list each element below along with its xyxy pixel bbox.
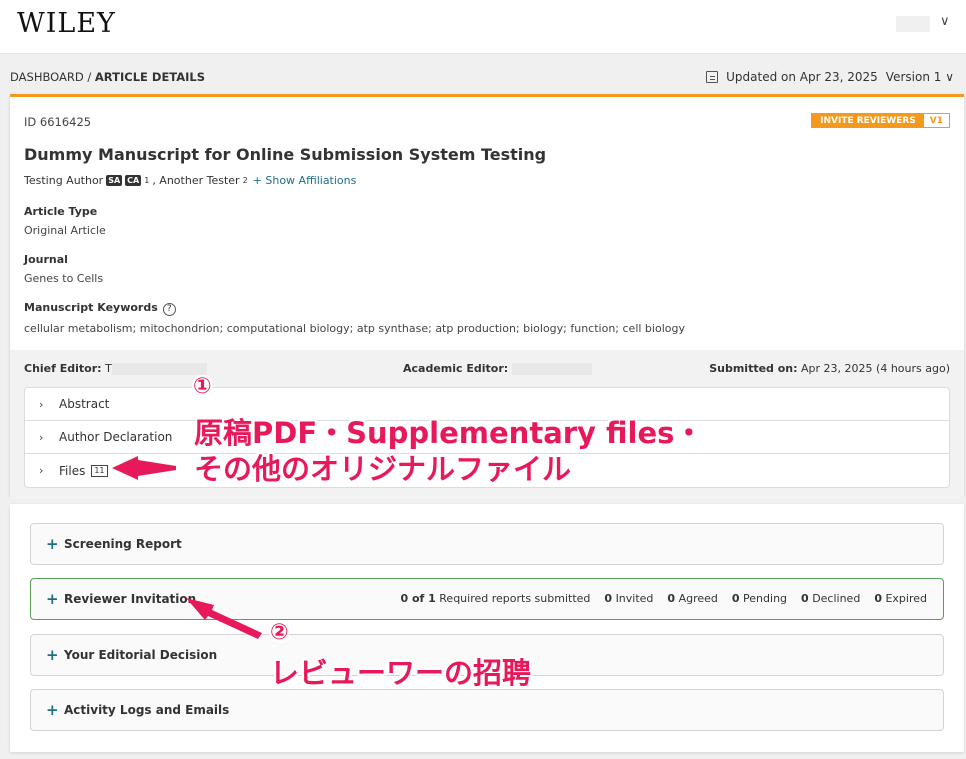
author-list: Testing Author SA CA 1, Another Tester 2 … xyxy=(24,174,356,187)
invite-reviewers-label: INVITE REVIEWERS xyxy=(812,114,924,127)
corresponding-author-tag: CA xyxy=(125,175,142,186)
updated-date: Updated on Apr 23, 2025 xyxy=(726,70,878,84)
reviewer-stats: 0 of 1 Required reports submitted 0 Invi… xyxy=(400,592,927,605)
article-type-value: Original Article xyxy=(24,224,106,237)
accordion-label: Abstract xyxy=(59,397,110,411)
annotation-number-1: ① xyxy=(193,374,212,399)
stat-invited: 0 Invited xyxy=(604,592,654,605)
article-type-label: Article Type xyxy=(24,205,98,218)
journal-label: Journal xyxy=(24,253,68,266)
plus-icon: + xyxy=(46,701,59,719)
version-chevron-icon: ∨ xyxy=(945,70,954,84)
panel-activity-logs[interactable]: + Activity Logs and Emails xyxy=(30,689,944,731)
breadcrumb-dashboard[interactable]: DASHBOARD xyxy=(10,70,84,84)
version-selector[interactable]: Version 1 ∨ xyxy=(886,70,954,84)
stat-pending: 0 Pending xyxy=(731,592,788,605)
academic-editor-name-blurred xyxy=(511,363,592,375)
breadcrumb-current: ARTICLE DETAILS xyxy=(94,70,206,84)
accordion-label: Author Declaration xyxy=(59,430,173,444)
annotation-text-2: レビューワーの招聘 xyxy=(270,656,532,690)
stat-expired: 0 Expired xyxy=(874,592,927,605)
breadcrumb-separator: / xyxy=(83,70,95,84)
submitting-author-tag: SA xyxy=(106,175,123,186)
keywords-label: Manuscript Keywords? xyxy=(24,301,176,316)
submitted-on: Submitted on: Apr 23, 2025 (4 hours ago) xyxy=(709,362,950,375)
document-history-icon[interactable] xyxy=(706,71,719,83)
panel-title: Reviewer Invitation xyxy=(64,592,197,606)
chevron-right-icon: › xyxy=(39,397,44,411)
manuscript-title: Dummy Manuscript for Online Submission S… xyxy=(24,145,547,164)
panel-screening-report[interactable]: + Screening Report xyxy=(30,523,944,565)
wiley-logo[interactable]: WILEY xyxy=(17,8,116,39)
affiliation-sup: 1 xyxy=(144,176,150,185)
panel-title: Screening Report xyxy=(64,537,182,551)
panel-title: Your Editorial Decision xyxy=(64,648,218,662)
stat-agreed: 0 Agreed xyxy=(667,592,718,605)
chevron-right-icon: › xyxy=(39,430,44,444)
manuscript-id: ID 6616425 xyxy=(24,115,92,129)
help-icon[interactable]: ? xyxy=(162,303,176,316)
plus-icon: + xyxy=(46,590,59,608)
breadcrumb: DASHBOARD / ARTICLE DETAILS xyxy=(10,70,205,84)
plus-icon: + xyxy=(46,646,59,664)
invite-reviewers-badge[interactable]: INVITE REVIEWERS V1 xyxy=(811,113,950,128)
panel-title: Activity Logs and Emails xyxy=(64,703,230,717)
editorial-panels-card: + Screening Report + Reviewer Invitation… xyxy=(10,504,964,752)
annotation-text-1b: その他のオリジナルファイル xyxy=(194,452,572,486)
user-menu-chevron-icon[interactable]: ∨ xyxy=(940,14,950,29)
accordion-label: Files xyxy=(59,463,86,478)
chevron-right-icon: › xyxy=(39,464,44,477)
user-name-blurred[interactable] xyxy=(896,16,930,32)
panel-reviewer-invitation[interactable]: + Reviewer Invitation 0 of 1 Required re… xyxy=(30,578,944,620)
annotation-text-1a: 原稿PDF・Supplementary files・ xyxy=(194,416,704,450)
author-name: , Another Tester xyxy=(152,174,240,187)
stat-required: 0 of 1 Required reports submitted xyxy=(400,592,591,605)
author-name: Testing Author xyxy=(24,174,104,187)
annotation-number-2: ② xyxy=(270,620,289,645)
plus-icon: + xyxy=(46,535,59,553)
stat-declined: 0 Declined xyxy=(801,592,861,605)
files-count-badge: 11 xyxy=(91,464,108,477)
version-bar: Updated on Apr 23, 2025 Version 1 ∨ xyxy=(706,70,954,84)
journal-value: Genes to Cells xyxy=(24,272,104,285)
manuscript-version-badge: V1 xyxy=(923,114,949,127)
chief-editor: Chief Editor: T xyxy=(24,362,207,375)
keywords-value: cellular metabolism; mitochondrion; comp… xyxy=(24,322,685,335)
show-affiliations-link[interactable]: + Show Affiliations xyxy=(253,174,357,187)
affiliation-sup: 2 xyxy=(242,176,248,185)
editor-row: Chief Editor: T Academic Editor: Submitt… xyxy=(24,362,950,375)
academic-editor: Academic Editor: xyxy=(403,362,592,375)
top-bar: WILEY ∨ xyxy=(0,0,966,54)
